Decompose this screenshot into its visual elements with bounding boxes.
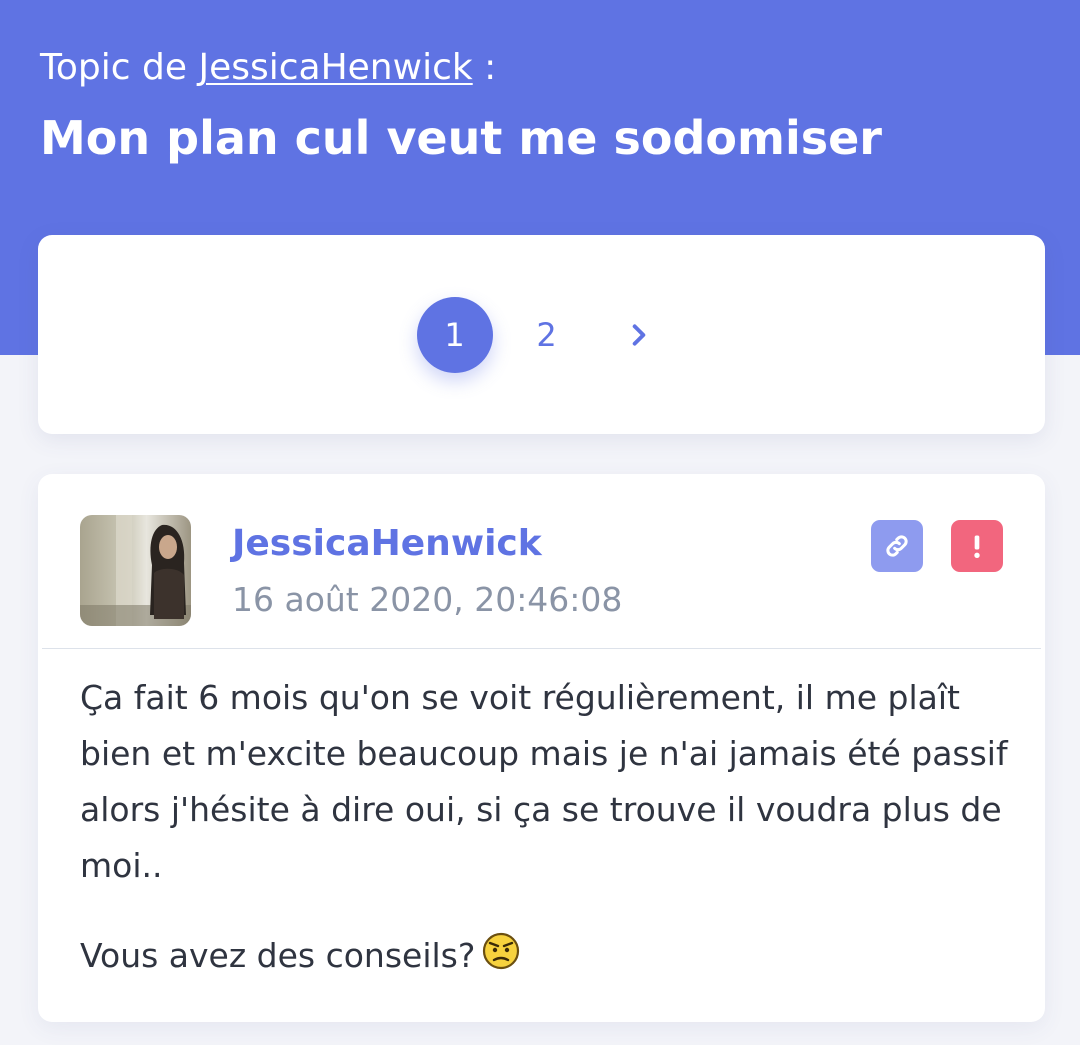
topic-author-line: Topic de JessicaHenwick : bbox=[40, 44, 496, 92]
page-title: Mon plan cul veut me sodomiser bbox=[40, 111, 882, 165]
link-icon bbox=[886, 535, 908, 557]
post-card: JessicaHenwick 16 août 2020, 20:46:08 Ça… bbox=[38, 474, 1045, 1022]
post-author[interactable]: JessicaHenwick bbox=[232, 522, 542, 566]
avatar-photo bbox=[80, 515, 191, 626]
permalink-button[interactable] bbox=[871, 520, 923, 572]
pagination: 1 2 bbox=[38, 235, 1045, 434]
page-2-button[interactable]: 2 bbox=[509, 297, 585, 373]
post-paragraph-last: Vous avez des conseils? bbox=[80, 928, 1010, 984]
post-paragraph: Ça fait 6 mois qu'on se voit régulièreme… bbox=[80, 678, 1008, 885]
next-page-button[interactable] bbox=[601, 297, 677, 373]
report-button[interactable] bbox=[951, 520, 1003, 572]
pagination-card: 1 2 bbox=[38, 235, 1045, 434]
topic-suffix: : bbox=[484, 47, 497, 88]
post-paragraph-text: Vous avez des conseils? bbox=[80, 936, 476, 975]
post-body: Ça fait 6 mois qu'on se voit régulièreme… bbox=[80, 670, 1010, 984]
exclamation-icon bbox=[974, 535, 980, 559]
topic-author-link[interactable]: JessicaHenwick bbox=[198, 47, 472, 88]
chevron-right-icon bbox=[632, 323, 645, 346]
post-divider bbox=[42, 648, 1041, 649]
page-1-button[interactable]: 1 bbox=[416, 296, 493, 373]
avatar[interactable] bbox=[80, 515, 191, 626]
topic-prefix: Topic de bbox=[40, 47, 187, 88]
post-date: 16 août 2020, 20:46:08 bbox=[232, 580, 623, 619]
topic-page: Topic de JessicaHenwick : Mon plan cul v… bbox=[0, 0, 1080, 1045]
worried-emoji-icon bbox=[483, 932, 520, 970]
